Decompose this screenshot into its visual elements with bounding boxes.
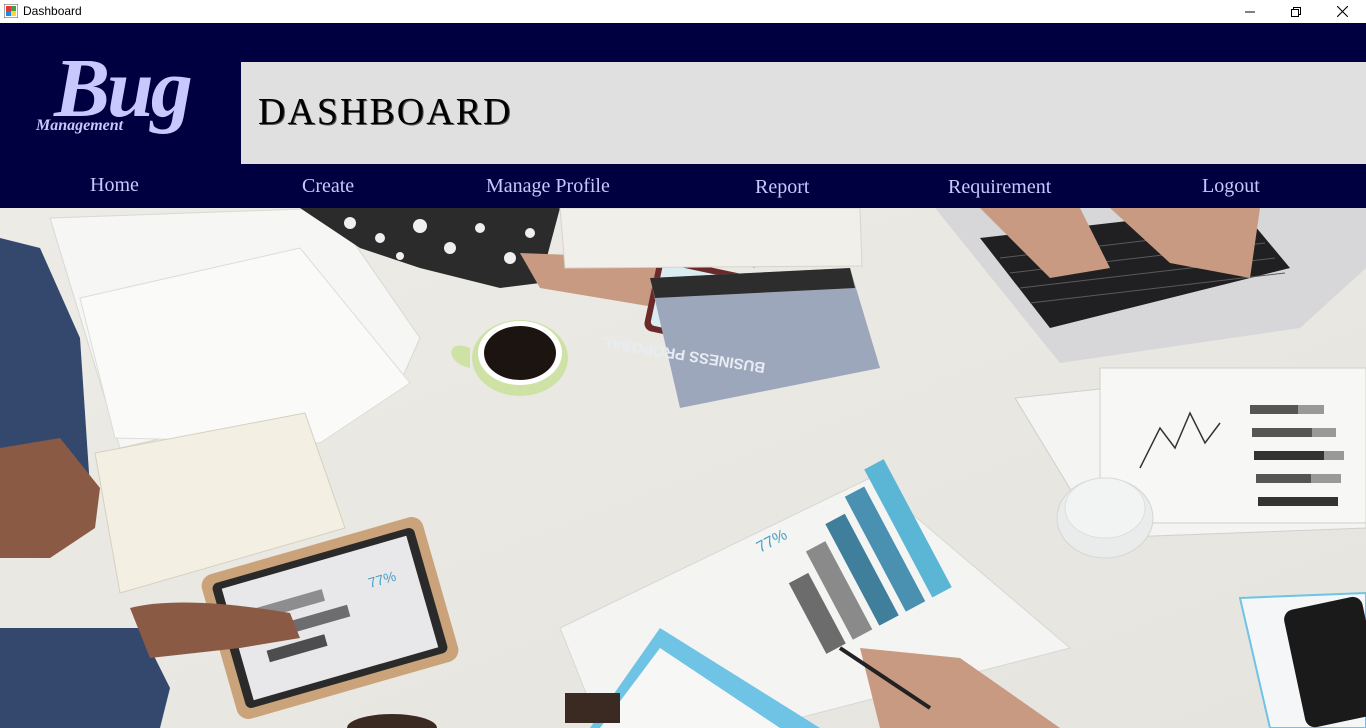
nav-create[interactable]: Create xyxy=(302,175,354,198)
minimize-button[interactable] xyxy=(1227,0,1273,23)
nav-report[interactable]: Report xyxy=(755,176,809,199)
nav-home[interactable]: Home xyxy=(90,174,139,197)
minimize-icon xyxy=(1245,11,1255,12)
nav-manage-profile[interactable]: Manage Profile xyxy=(486,175,610,198)
window-titlebar: Dashboard xyxy=(0,0,1366,23)
app-icon xyxy=(4,4,18,18)
nav-requirement[interactable]: Requirement xyxy=(948,176,1051,199)
logo-sub-text: Management xyxy=(36,117,124,134)
dashboard-background-photo: 77% BUSINESS PROPOSAL 77% xyxy=(0,208,1366,728)
close-button[interactable] xyxy=(1319,0,1365,23)
bug-management-logo: Bug Management xyxy=(34,47,224,148)
page-title: DASHBOARD xyxy=(258,91,513,133)
restore-icon xyxy=(1291,6,1301,17)
title-panel: DASHBOARD xyxy=(241,62,1366,164)
window-title: Dashboard xyxy=(23,4,82,18)
close-icon xyxy=(1336,6,1348,17)
nav-logout[interactable]: Logout xyxy=(1202,175,1260,198)
restore-button[interactable] xyxy=(1273,0,1319,23)
office-desk-illustration: 77% BUSINESS PROPOSAL 77% xyxy=(0,208,1366,728)
header-band: Bug Management DASHBOARD Home Create Man… xyxy=(0,23,1366,208)
